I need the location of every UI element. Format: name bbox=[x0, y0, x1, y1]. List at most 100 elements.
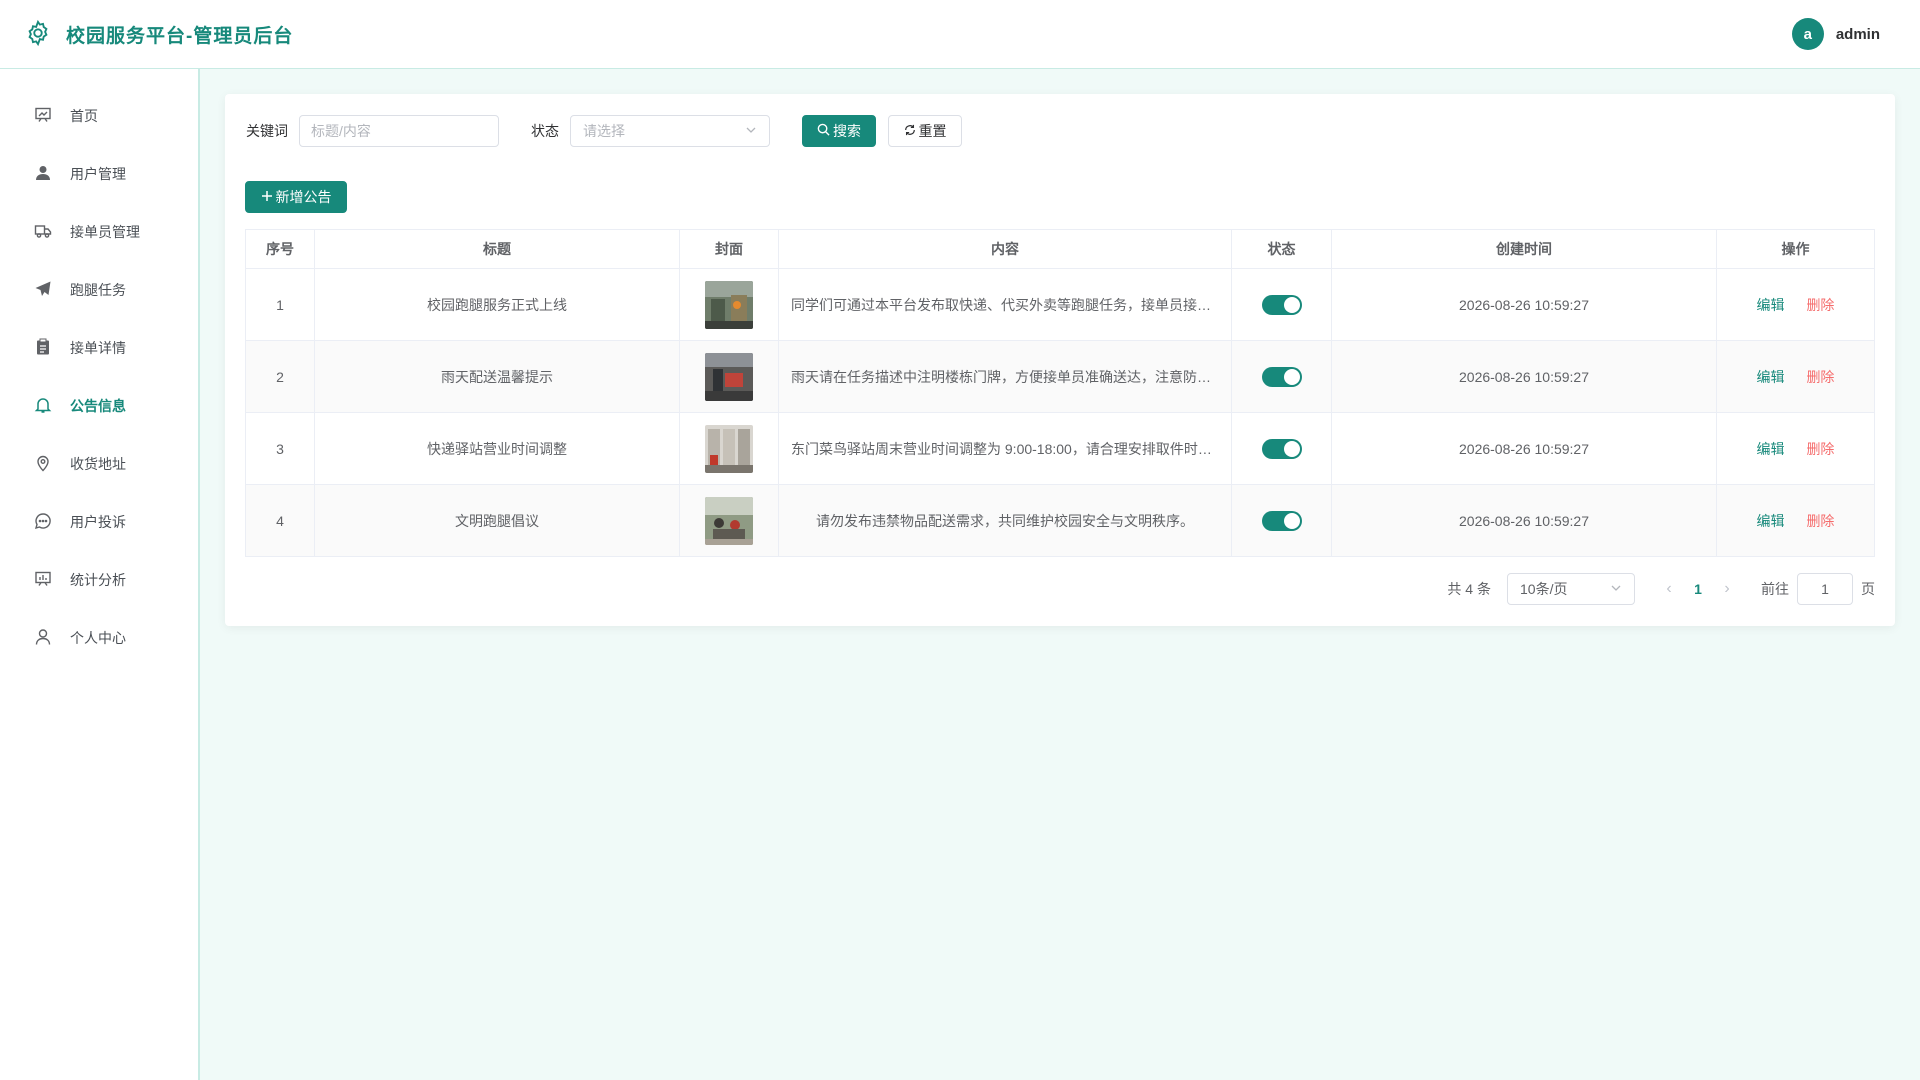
column-header-index: 序号 bbox=[245, 229, 315, 269]
cover-thumbnail[interactable] bbox=[705, 280, 753, 329]
column-header-title: 标题 bbox=[314, 229, 680, 269]
app-title: 校园服务平台-管理员后台 bbox=[66, 25, 294, 47]
delete-button[interactable]: 删除 bbox=[1806, 369, 1834, 385]
sidebar: 首页 用户管理 接单员管理 跑腿任务 接单详情 公告信息 收货地址 用户投诉 统… bbox=[0, 69, 200, 1080]
row-created-time: 2026-08-26 10:59:27 bbox=[1331, 340, 1717, 413]
column-header-actions: 操作 bbox=[1716, 229, 1875, 269]
column-header-cover: 封面 bbox=[679, 229, 779, 269]
username[interactable]: admin bbox=[1836, 26, 1880, 43]
row-index: 1 bbox=[245, 268, 315, 341]
sidebar-item-label: 公告信息 bbox=[70, 398, 126, 414]
next-page-icon[interactable]: › bbox=[1713, 580, 1741, 598]
sidebar-item-users[interactable]: 用户管理 bbox=[0, 145, 198, 203]
sidebar-item-label: 接单员管理 bbox=[70, 224, 140, 240]
sidebar-item-label: 跑腿任务 bbox=[70, 282, 126, 298]
table-row: 2 雨天配送温馨提示 雨天请在任务描述中注明楼栋门牌，方便接单员准确送达，注意防… bbox=[245, 340, 1875, 413]
table-row: 1 校园跑腿服务正式上线 同学们可通过本平台发布取快递、代买外卖等跑腿任务，接单… bbox=[245, 268, 1875, 341]
announcement-table: 序号 标题 封面 内容 状态 创建时间 操作 1 校园跑腿服务正式上线 同学们可… bbox=[245, 229, 1875, 557]
sidebar-item-label: 接单详情 bbox=[70, 340, 126, 356]
plus-icon bbox=[261, 189, 273, 205]
row-created-time: 2026-08-26 10:59:27 bbox=[1331, 412, 1717, 485]
search-bar: 关键词 状态 请选择 搜索 重置 bbox=[246, 115, 962, 147]
bell-icon bbox=[34, 396, 52, 417]
delete-button[interactable]: 删除 bbox=[1806, 441, 1834, 457]
sidebar-item-riders[interactable]: 接单员管理 bbox=[0, 203, 198, 261]
row-created-time: 2026-08-26 10:59:27 bbox=[1331, 268, 1717, 341]
keyword-label: 关键词 bbox=[246, 123, 288, 139]
status-label: 状态 bbox=[531, 123, 559, 139]
goto-page-input[interactable] bbox=[1797, 573, 1853, 605]
chevron-down-icon bbox=[745, 123, 757, 139]
sidebar-item-order-details[interactable]: 接单详情 bbox=[0, 319, 198, 377]
avatar[interactable]: a bbox=[1791, 18, 1824, 50]
cover-thumbnail[interactable] bbox=[705, 352, 753, 401]
chevron-down-icon bbox=[1610, 581, 1622, 597]
sidebar-item-announcements[interactable]: 公告信息 bbox=[0, 377, 198, 435]
row-content: 雨天请在任务描述中注明楼栋门牌，方便接单员准确送达，注意防滑安全。 bbox=[791, 368, 1231, 385]
total-count: 共 4 条 bbox=[1447, 581, 1491, 597]
row-created-time: 2026-08-26 10:59:27 bbox=[1331, 484, 1717, 557]
status-select[interactable]: 请选择 bbox=[570, 115, 770, 147]
truck-icon bbox=[34, 222, 52, 243]
row-title: 雨天配送温馨提示 bbox=[314, 340, 680, 413]
sidebar-item-home[interactable]: 首页 bbox=[0, 87, 198, 145]
table-row: 3 快递驿站营业时间调整 东门菜鸟驿站周末营业时间调整为 9:00-18:00，… bbox=[245, 412, 1875, 485]
reset-button-label: 重置 bbox=[918, 123, 947, 139]
search-button-label: 搜索 bbox=[833, 123, 861, 139]
top-header: 校园服务平台-管理员后台 a admin bbox=[0, 0, 1920, 69]
user-icon bbox=[34, 164, 52, 185]
status-switch[interactable] bbox=[1261, 294, 1302, 315]
add-announcement-button[interactable]: 新增公告 bbox=[245, 181, 347, 213]
status-switch[interactable] bbox=[1261, 438, 1302, 459]
page-size-select[interactable]: 10条/页 bbox=[1507, 573, 1635, 605]
prev-page-icon[interactable]: ‹ bbox=[1655, 580, 1683, 598]
row-content: 请勿发布违禁物品配送需求，共同维护校园安全与文明秩序。 bbox=[816, 512, 1194, 529]
keyword-input[interactable] bbox=[299, 115, 499, 147]
row-index: 3 bbox=[245, 412, 315, 485]
edit-button[interactable]: 编辑 bbox=[1757, 369, 1785, 385]
row-title: 快递驿站营业时间调整 bbox=[314, 412, 680, 485]
gear-icon bbox=[24, 19, 52, 50]
refresh-icon bbox=[904, 123, 916, 139]
edit-button[interactable]: 编辑 bbox=[1757, 297, 1785, 313]
column-header-created: 创建时间 bbox=[1331, 229, 1717, 269]
sidebar-item-addresses[interactable]: 收货地址 bbox=[0, 435, 198, 493]
pagination: 共 4 条 10条/页 ‹ 1 › 前往 页 bbox=[1447, 573, 1875, 605]
row-index: 2 bbox=[245, 340, 315, 413]
clipboard-icon bbox=[34, 338, 52, 359]
delete-button[interactable]: 删除 bbox=[1806, 513, 1834, 529]
page-size-value: 10条/页 bbox=[1520, 581, 1568, 597]
sidebar-item-label: 个人中心 bbox=[70, 630, 126, 646]
cover-thumbnail[interactable] bbox=[705, 496, 753, 545]
delete-button[interactable]: 删除 bbox=[1806, 297, 1834, 313]
column-header-content: 内容 bbox=[778, 229, 1232, 269]
table-row: 4 文明跑腿倡议 请勿发布违禁物品配送需求，共同维护校园安全与文明秩序。 202… bbox=[245, 484, 1875, 557]
user-menu[interactable]: a admin bbox=[1791, 18, 1880, 50]
paper-plane-icon bbox=[34, 280, 52, 301]
add-button-label: 新增公告 bbox=[275, 189, 332, 205]
row-title: 文明跑腿倡议 bbox=[314, 484, 680, 557]
row-content: 东门菜鸟驿站周末营业时间调整为 9:00-18:00，请合理安排取件时间。 bbox=[791, 440, 1226, 457]
page-suffix: 页 bbox=[1861, 581, 1875, 597]
chat-icon bbox=[34, 512, 52, 533]
edit-button[interactable]: 编辑 bbox=[1757, 441, 1785, 457]
edit-button[interactable]: 编辑 bbox=[1757, 513, 1785, 529]
status-switch[interactable] bbox=[1261, 366, 1302, 387]
sidebar-item-tasks[interactable]: 跑腿任务 bbox=[0, 261, 198, 319]
table-header-row: 序号 标题 封面 内容 状态 创建时间 操作 bbox=[245, 229, 1875, 269]
sidebar-item-statistics[interactable]: 统计分析 bbox=[0, 551, 198, 609]
cover-thumbnail[interactable] bbox=[705, 424, 753, 473]
sidebar-item-label: 收货地址 bbox=[70, 456, 126, 472]
search-button[interactable]: 搜索 bbox=[802, 115, 876, 147]
page-number-current[interactable]: 1 bbox=[1683, 581, 1713, 597]
search-icon bbox=[817, 123, 830, 139]
goto-label: 前往 bbox=[1761, 581, 1789, 597]
sidebar-item-label: 首页 bbox=[70, 108, 98, 124]
row-title: 校园跑腿服务正式上线 bbox=[314, 268, 680, 341]
reset-button[interactable]: 重置 bbox=[888, 115, 962, 147]
row-content: 同学们可通过本平台发布取快递、代买外卖等跑腿任务，接单员接单后会及时为您服务。 bbox=[791, 296, 1231, 313]
sidebar-item-profile[interactable]: 个人中心 bbox=[0, 609, 198, 667]
status-switch[interactable] bbox=[1261, 510, 1302, 531]
row-index: 4 bbox=[245, 484, 315, 557]
sidebar-item-complaints[interactable]: 用户投诉 bbox=[0, 493, 198, 551]
